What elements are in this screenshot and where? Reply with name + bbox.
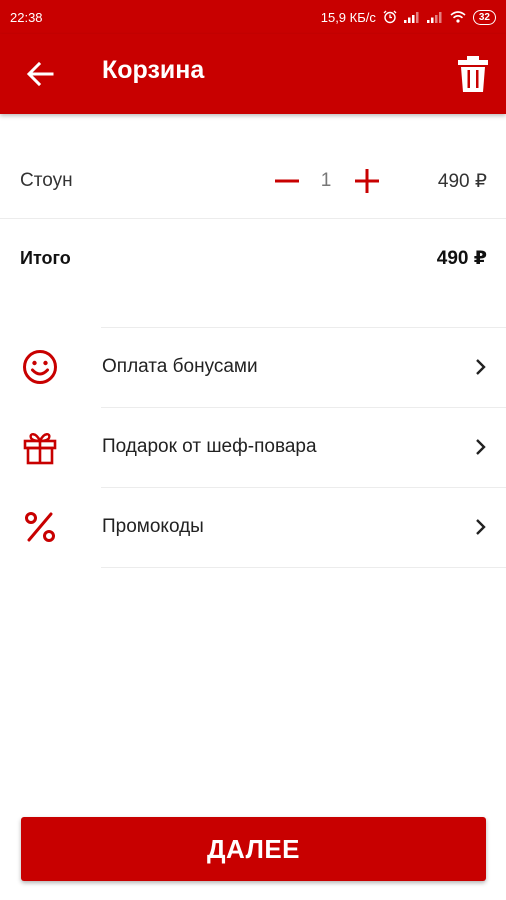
arrow-left-icon[interactable]: [24, 58, 56, 90]
divider: [101, 407, 506, 408]
divider: [101, 567, 506, 568]
item-price: 490 ₽: [437, 171, 487, 192]
wifi-icon: [450, 11, 466, 23]
menu-item-label: Подарок от шеф-повара: [102, 436, 317, 457]
menu-item-bonus-payment[interactable]: Оплата бонусами: [0, 327, 506, 407]
battery-icon: 32: [472, 9, 496, 25]
smiley-icon: [23, 350, 57, 384]
total-value: 490 ₽: [436, 248, 487, 269]
item-name: Стоун: [20, 170, 73, 191]
chevron-right-icon: [476, 439, 486, 455]
next-button[interactable]: ДАЛЕЕ: [21, 817, 486, 881]
status-icons: 15,9 КБ/с 32: [320, 9, 496, 25]
total-label: Итого: [20, 248, 71, 268]
status-time: 22:38: [10, 9, 43, 25]
total-row: Итого 490 ₽: [0, 240, 506, 280]
gift-icon: [23, 433, 57, 465]
divider: [101, 327, 506, 328]
divider: [101, 487, 506, 488]
chevron-right-icon: [476, 519, 486, 535]
item-quantity: 1: [320, 170, 332, 191]
menu-item-promocodes[interactable]: Промокоды: [0, 487, 506, 568]
alarm-icon: [383, 10, 397, 24]
page-title: Корзина: [102, 56, 205, 84]
menu-item-chef-gift[interactable]: Подарок от шеф-повара: [0, 407, 506, 487]
signal-icon: [426, 12, 442, 23]
cart-item-row: Стоун 1 490 ₽: [0, 144, 506, 219]
status-bar: 22:38 15,9 КБ/с 32: [0, 0, 506, 34]
app-bar: Корзина: [0, 34, 506, 114]
menu-item-label: Оплата бонусами: [102, 356, 258, 377]
options-list: Оплата бонусами Подарок от шеф-повара Пр…: [0, 327, 506, 568]
signal-icon: [403, 12, 419, 23]
menu-item-label: Промокоды: [102, 516, 204, 537]
network-speed: 15,9 КБ/с: [320, 9, 376, 25]
chevron-right-icon: [476, 359, 486, 375]
plus-icon[interactable]: [354, 168, 380, 194]
trash-icon[interactable]: [456, 55, 490, 93]
minus-icon[interactable]: [274, 168, 300, 194]
percent-icon: [25, 512, 55, 542]
